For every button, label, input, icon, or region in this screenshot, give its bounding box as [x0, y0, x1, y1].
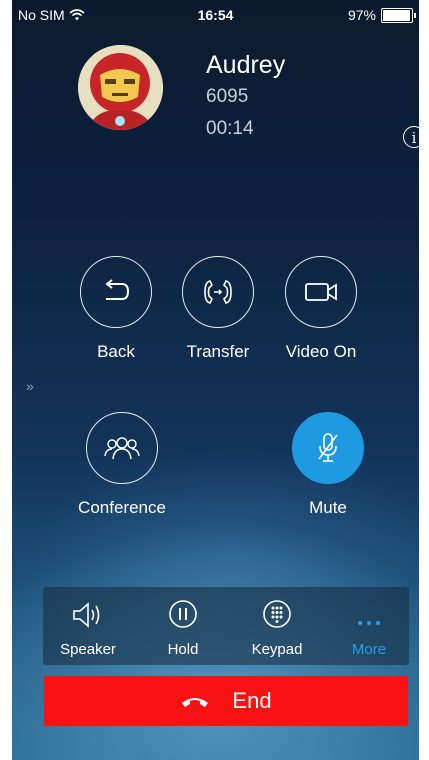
status-bar: No SIM 16:54 97%: [12, 0, 419, 28]
more-label: More: [351, 641, 387, 658]
battery-icon: [381, 7, 416, 23]
video-camera-icon: [305, 283, 337, 301]
mute-button[interactable]: [292, 412, 364, 484]
conference-label: Conference: [78, 498, 166, 517]
video-on-label: Video On: [285, 342, 357, 361]
caller-info: Audrey 6095 00:14: [206, 50, 285, 140]
end-label: End: [232, 688, 272, 713]
hold-label: Hold: [167, 641, 199, 658]
iron-man-avatar-icon: [78, 45, 163, 130]
info-icon[interactable]: i: [403, 126, 419, 148]
conference-button[interactable]: [86, 412, 158, 484]
transfer-icon: [204, 280, 232, 304]
back-arrow-icon: [105, 279, 130, 300]
speaker-label: Speaker: [60, 641, 116, 658]
chevron-right-icon[interactable]: »: [26, 378, 34, 394]
mic-muted-icon: [318, 433, 338, 462]
status-right: 97%: [347, 7, 416, 23]
hold-button[interactable]: Hold: [143, 587, 223, 658]
video-on-button[interactable]: [285, 256, 357, 328]
transfer-button[interactable]: [182, 256, 254, 328]
avatar: [78, 45, 163, 130]
video-control[interactable]: Video On: [261, 256, 381, 362]
more-dots-icon: [358, 621, 380, 625]
back-button[interactable]: [80, 256, 152, 328]
hang-up-icon: [182, 698, 209, 707]
mute-label: Mute: [309, 498, 347, 517]
end-call-button[interactable]: End: [44, 676, 408, 726]
keypad-icon: [263, 600, 291, 628]
transfer-control[interactable]: Transfer: [158, 256, 278, 362]
conference-control[interactable]: Conference: [62, 412, 182, 518]
keypad-button[interactable]: Keypad: [237, 587, 317, 658]
conference-icon: [104, 437, 140, 460]
battery-percent: 97%: [347, 7, 376, 23]
mute-control[interactable]: Mute: [268, 412, 388, 518]
speaker-icon: [73, 602, 100, 628]
call-duration: 00:14: [206, 118, 254, 139]
caller-name: Audrey: [206, 51, 286, 79]
more-button[interactable]: More: [329, 587, 409, 658]
transfer-label: Transfer: [186, 342, 250, 361]
pause-icon: [169, 600, 197, 628]
keypad-label: Keypad: [251, 641, 303, 658]
caller-number: 6095: [206, 86, 249, 107]
speaker-button[interactable]: Speaker: [48, 587, 128, 658]
call-screen: No SIM 16:54 97% Audrey 6095 00:14 i Bac…: [12, 0, 419, 760]
call-toolbar: Speaker Hold Keypad More: [43, 587, 409, 665]
